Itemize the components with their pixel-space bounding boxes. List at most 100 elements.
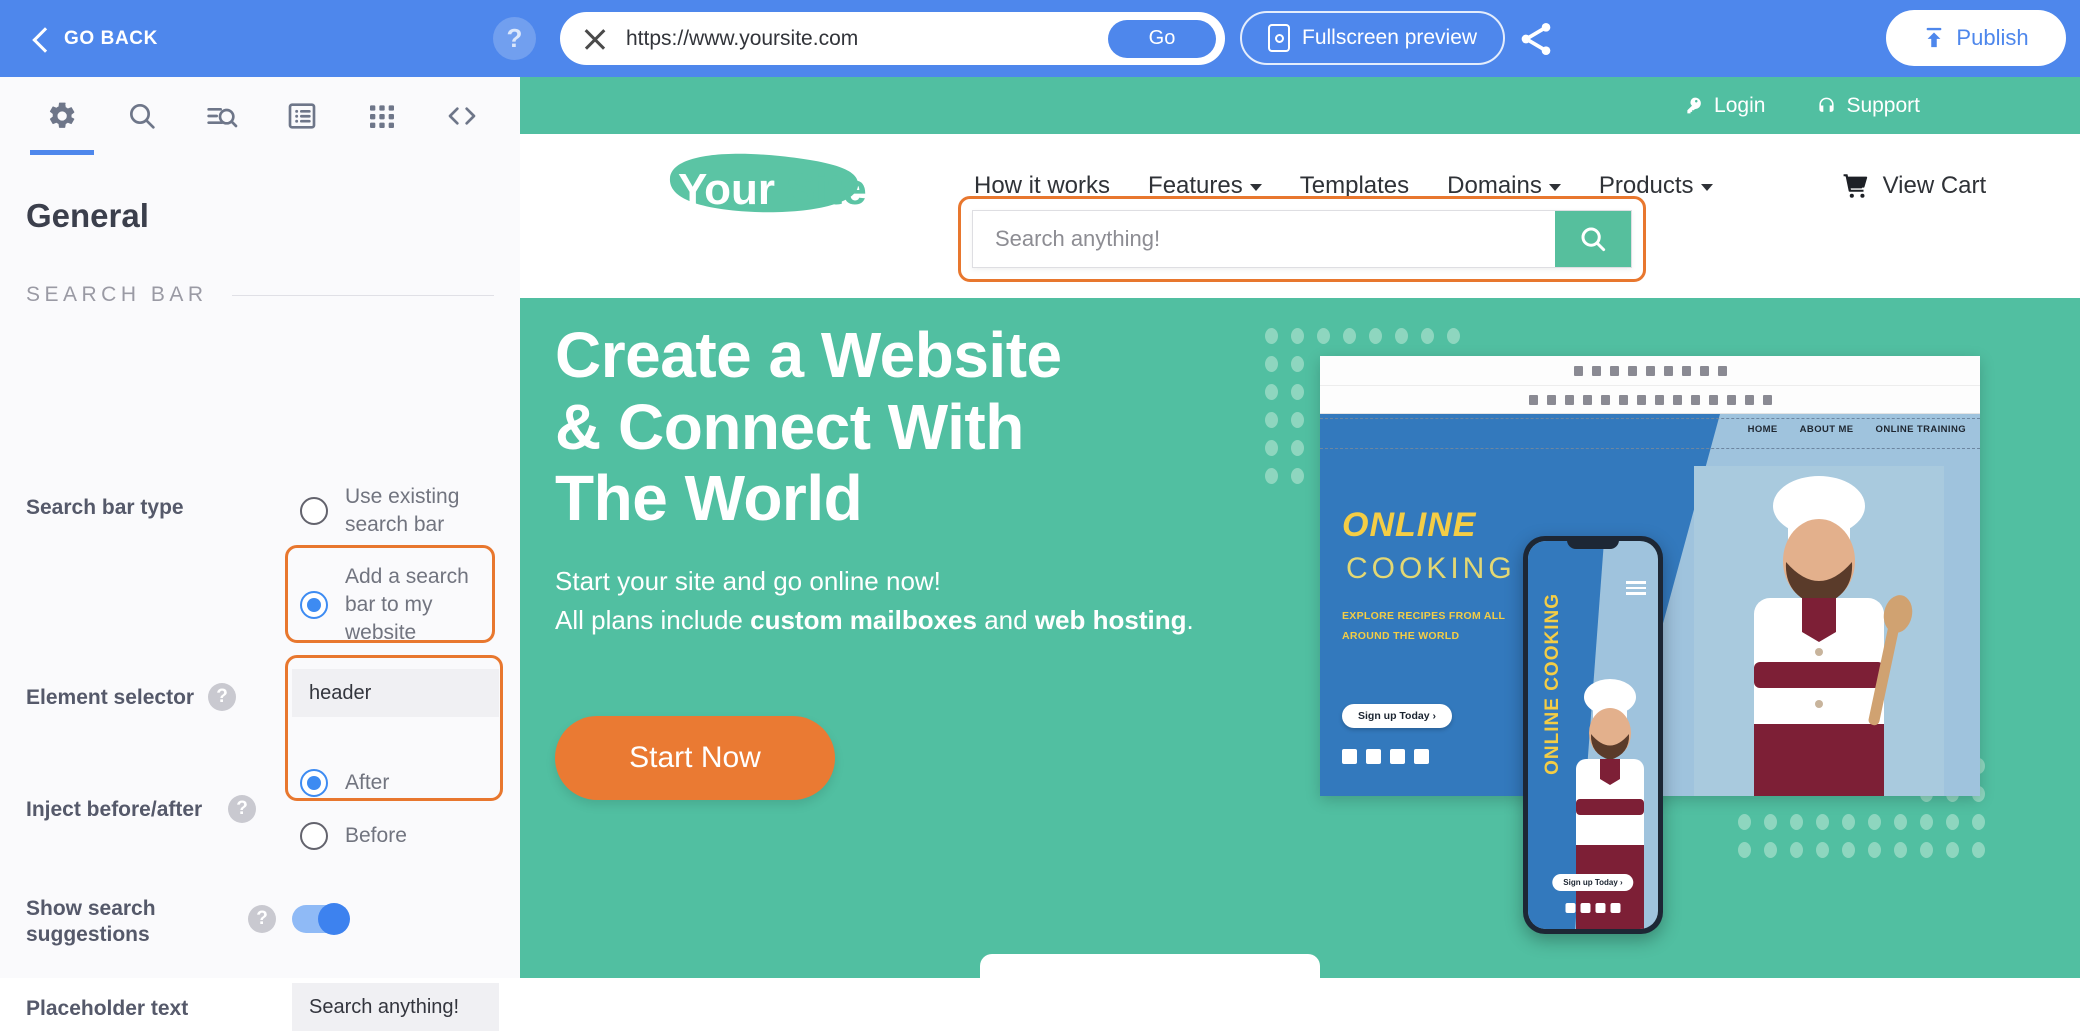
pinterest-icon — [1414, 749, 1429, 764]
show-suggestions-label: Show search suggestions — [26, 897, 156, 947]
sidebar-item-code[interactable] — [422, 77, 502, 155]
site-search-bar[interactable]: Search anything! — [972, 210, 1632, 268]
radio-use-existing-search-bar[interactable]: Use existing search bar — [300, 483, 500, 539]
nav-item-how-it-works[interactable]: How it works — [974, 172, 1110, 200]
nav-item-features[interactable]: Features — [1148, 172, 1262, 200]
site-preview: Login Support Your Site How it works Fea… — [520, 77, 2080, 978]
help-icon-element-selector[interactable]: ? — [208, 683, 236, 711]
site-search-button[interactable] — [1555, 211, 1631, 267]
nav-item-templates[interactable]: Templates — [1300, 172, 1409, 200]
radio-indicator[interactable] — [300, 496, 328, 525]
panel-tab-bar — [0, 77, 520, 155]
section-header-search-bar: SEARCH BAR — [26, 283, 494, 307]
code-icon — [446, 100, 478, 137]
site-utility-bar: Login Support — [520, 77, 2080, 134]
radio-inject-before[interactable]: Before — [300, 822, 407, 850]
hero-illustration: HOME ABOUT ME ONLINE TRAINING ONLINE COO… — [1265, 318, 2055, 958]
sidebar-item-search[interactable] — [102, 77, 182, 155]
mock-nav-home: HOME — [1747, 424, 1778, 435]
mock-tagline-1: EXPLORE RECIPES FROM ALL — [1342, 610, 1506, 622]
help-icon[interactable]: ? — [493, 17, 536, 60]
url-input[interactable]: https://www.yoursite.com — [626, 27, 1108, 51]
start-now-button[interactable]: Start Now — [555, 716, 835, 800]
login-label: Login — [1714, 93, 1766, 117]
view-cart-label: View Cart — [1882, 172, 1987, 199]
share-icon[interactable] — [1515, 19, 1557, 59]
mock-headline-2: COOKING — [1346, 552, 1516, 585]
pinterest-icon — [1610, 903, 1621, 913]
browser-toolbar-row-1 — [1320, 356, 1980, 386]
radio-label: After — [345, 771, 390, 795]
hamburger-menu-icon[interactable] — [1626, 581, 1646, 598]
phone-mockup: ONLINE COOKING Sign up Today › — [1523, 536, 1663, 934]
fullscreen-preview-label: Fullscreen preview — [1302, 26, 1478, 49]
mock-signup-button[interactable]: Sign up Today › — [1342, 704, 1452, 728]
show-suggestions-toggle[interactable] — [292, 903, 350, 935]
close-icon[interactable] — [582, 26, 608, 52]
help-icon-glyph: ? — [506, 23, 523, 53]
nav-label: Products — [1598, 172, 1694, 199]
mock-headline-1: ONLINE — [1342, 506, 1477, 544]
fullscreen-preview-button[interactable]: Fullscreen preview — [1240, 11, 1506, 65]
hero-section: Create a Website & Connect With The Worl… — [520, 298, 2080, 978]
guide-line-under-nav — [1320, 448, 1980, 449]
mock-site-nav: HOME ABOUT ME ONLINE TRAINING — [1748, 424, 1966, 435]
placeholder-text-input[interactable]: Search anything! — [292, 983, 499, 1031]
site-search-row: Search anything! — [520, 196, 2080, 298]
radio-add-search-bar[interactable]: Add a search bar to my website — [300, 563, 495, 647]
facebook-icon — [1565, 903, 1576, 913]
hero-title-line-2: & Connect With — [555, 390, 1024, 463]
radio-inject-after[interactable]: After — [300, 769, 389, 797]
site-search-input[interactable]: Search anything! — [973, 226, 1555, 252]
nav-item-domains[interactable]: Domains — [1447, 172, 1561, 200]
phone-notch — [1567, 536, 1619, 549]
url-bar[interactable]: https://www.yoursite.com Go — [560, 12, 1225, 65]
radio-indicator[interactable] — [300, 769, 328, 797]
sidebar-item-grid[interactable] — [342, 77, 422, 155]
search-bar-type-label: Search bar type — [26, 496, 184, 519]
inject-position-label: Inject before/after — [26, 798, 203, 821]
section-divider — [231, 294, 494, 296]
page-title: General — [26, 197, 149, 234]
site-logo[interactable]: Your Site — [660, 148, 930, 224]
upload-icon — [1927, 27, 1942, 48]
element-selector-input[interactable]: header — [292, 669, 499, 717]
guide-line-top — [1320, 418, 1980, 419]
svg-text:Your: Your — [678, 165, 775, 214]
mock-social-icons — [1342, 749, 1429, 764]
placeholder-text-label: Placeholder text — [26, 997, 189, 1020]
nav-label: Features — [1148, 172, 1243, 199]
help-icon-show-suggestions[interactable]: ? — [248, 905, 276, 933]
go-button[interactable]: Go — [1108, 19, 1216, 58]
site-nav-items: How it works Features Templates Domains … — [974, 172, 1713, 200]
chevron-down-icon — [1249, 184, 1262, 191]
nav-label: How it works — [974, 172, 1111, 199]
support-link[interactable]: Support — [1817, 94, 1920, 118]
radio-label: Add a search bar to my website — [345, 565, 469, 644]
phone-signup-button[interactable]: Sign up Today › — [1552, 874, 1634, 891]
sidebar-item-settings[interactable] — [22, 77, 102, 155]
nav-item-products[interactable]: Products — [1599, 172, 1713, 200]
radio-label: Use existing search bar — [345, 485, 460, 536]
chevron-down-icon — [1700, 184, 1713, 191]
go-back-button[interactable]: GO BACK — [30, 28, 158, 50]
radio-indicator[interactable] — [300, 590, 328, 619]
bottom-section-card — [980, 954, 1320, 978]
chevron-left-icon — [30, 29, 50, 49]
section-label: SEARCH BAR — [26, 283, 208, 306]
element-selector-label: Element selector — [26, 686, 195, 709]
publish-label: Publish — [1956, 25, 2029, 50]
view-cart-button[interactable]: View Cart — [1841, 172, 1987, 200]
radio-indicator[interactable] — [300, 822, 328, 850]
settings-panel: General SEARCH BAR Search bar type Use e… — [0, 77, 520, 1031]
nav-label: Templates — [1299, 172, 1410, 199]
hero-sub2-c: and — [976, 605, 1035, 635]
sidebar-item-search-results[interactable] — [182, 77, 262, 155]
help-icon-inject-position[interactable]: ? — [228, 795, 256, 823]
browser-toolbar-row-2 — [1320, 386, 1980, 414]
sidebar-item-list[interactable] — [262, 77, 342, 155]
login-link[interactable]: Login — [1685, 94, 1765, 118]
hero-subtitle-1: Start your site and go online now! — [555, 566, 941, 596]
svg-text:Site: Site — [786, 165, 867, 214]
publish-button[interactable]: Publish — [1886, 10, 2066, 66]
